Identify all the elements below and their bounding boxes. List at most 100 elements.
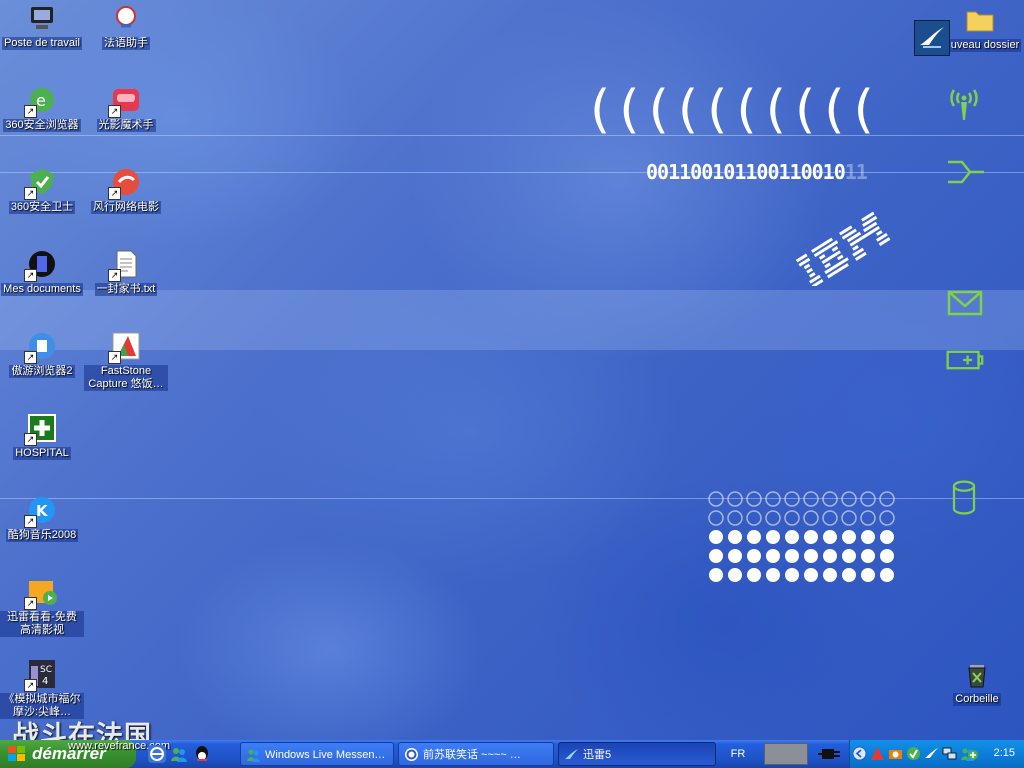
wallpaper-dot: [765, 510, 781, 526]
wallpaper-dot: [841, 491, 857, 507]
shortcut-arrow-icon: ↗: [24, 187, 37, 200]
shortcut-arrow-icon: ↗: [24, 269, 37, 282]
wallpaper-brackets: ((((((((((: [590, 80, 883, 140]
desktop-icon-funshion[interactable]: ↗ 风行网络电影: [84, 166, 168, 219]
battery-icon: [946, 350, 984, 370]
french-assistant-icon: [110, 2, 142, 34]
wallpaper-dot: [747, 549, 761, 563]
wallpaper-dot: [709, 549, 723, 563]
shortcut-arrow-icon: ↗: [24, 433, 37, 446]
taskbar[interactable]: démarrer www.revefrance.com Windows Live…: [0, 740, 1024, 768]
wallpaper-dot: [861, 568, 875, 582]
messenger-icon: [247, 749, 260, 762]
desktop-icon-label: 风行网络电影: [91, 201, 161, 214]
power-plug-icon[interactable]: [818, 746, 844, 762]
wallpaper-dot: [822, 491, 838, 507]
desktop-icon-label: 一封家书.txt: [94, 283, 158, 296]
alert-icon[interactable]: [870, 746, 885, 761]
desktop-icon-label: 光影魔术手: [96, 119, 156, 132]
messenger-icon[interactable]: [170, 745, 188, 763]
desktop-icon-photo-magic[interactable]: ↗ 光影魔术手: [84, 84, 168, 137]
wallpaper-dot: [861, 530, 875, 544]
desktop-icon-xunlei-kankan[interactable]: ↗ 迅雷看看-免费高清影视: [0, 576, 84, 642]
desktop-icon-label: 酷狗音乐2008: [5, 529, 79, 542]
wallpaper-dot: [746, 491, 762, 507]
shortcut-arrow-icon: ↗: [24, 597, 37, 610]
desktop[interactable]: (((((((((( 00110010110011001011 Poste de…: [0, 0, 1024, 740]
desktop-icon-faststone[interactable]: ↗ FastStone Capture 悠饭…: [84, 330, 168, 396]
wallpaper-dot: [823, 530, 837, 544]
desktop-icon-360-browser[interactable]: e ↗ 360安全浏览器: [0, 84, 84, 137]
wallpaper-dot: [709, 530, 723, 544]
wallpaper-dot: [879, 510, 895, 526]
xunlei-icon: [565, 749, 578, 759]
recycle-bin-icon: [961, 658, 993, 690]
desktop-icon-recycle-bin[interactable]: Corbeille: [935, 658, 1019, 711]
task-xunlei[interactable]: 迅雷5: [558, 742, 716, 766]
desktop-icon-kugou[interactable]: K ↗ 酷狗音乐2008: [0, 494, 84, 547]
wallpaper-dot: [880, 549, 894, 563]
desktop-icon-label: FastStone Capture 悠饭…: [84, 365, 168, 391]
wallpaper-dot: [823, 568, 837, 582]
my-computer-icon: [26, 2, 58, 34]
desktop-icon-label: 360安全卫士: [8, 201, 76, 214]
wallpaper-dot: [860, 510, 876, 526]
desktop-icon-label: 法语助手: [102, 37, 150, 50]
desktop-icon-my-documents[interactable]: ↗ Mes documents: [0, 248, 84, 301]
desktop-icon-label: 迅雷看看-免费高清影视: [0, 611, 84, 637]
wallpaper-dot: [842, 549, 856, 563]
wallpaper-dot: [803, 510, 819, 526]
wallpaper-dot: [728, 568, 742, 582]
task-browser[interactable]: 前苏联笑话 ~~~~ …: [398, 742, 554, 766]
clock[interactable]: 2:15: [994, 747, 1015, 759]
language-bar[interactable]: [764, 743, 808, 765]
faststone-icon: ↗: [108, 330, 142, 364]
language-indicator[interactable]: FR: [722, 744, 754, 764]
shortcut-arrow-icon: ↗: [108, 269, 121, 282]
shortcut-arrow-icon: ↗: [108, 187, 121, 200]
wallpaper-dot: [727, 491, 743, 507]
wallpaper-dot: [785, 549, 799, 563]
desktop-icon-label: Mes documents: [1, 283, 83, 296]
antenna-icon: [950, 89, 978, 120]
desktop-icon-maxthon[interactable]: ↗ 傲游浏览器2: [0, 330, 84, 383]
svg-text:SC: SC: [40, 665, 52, 675]
network-icon[interactable]: [942, 746, 957, 761]
desktop-icon-my-computer[interactable]: Poste de travail: [0, 2, 84, 55]
wallpaper-dot: [842, 568, 856, 582]
wallpaper-dot: [727, 510, 743, 526]
wallpaper-dot-grid: [708, 491, 895, 582]
xunlei-tray-icon[interactable]: [924, 746, 939, 761]
hospital-icon: ↗: [24, 412, 58, 446]
desktop-icon-new-folder[interactable]: uveau dossier: [938, 4, 1022, 57]
xunlei-float-icon[interactable]: [914, 20, 950, 56]
wallpaper-dot: [785, 530, 799, 544]
chevron-left-icon[interactable]: [852, 746, 867, 761]
desktop-icon-text-file[interactable]: ↗ 一封家书.txt: [84, 248, 168, 301]
360-shield-icon[interactable]: [906, 746, 921, 761]
shortcut-arrow-icon: ↗: [108, 105, 121, 118]
desktop-icon-hospital[interactable]: ↗ HOSPITAL: [0, 412, 84, 465]
wallpaper-dot: [785, 568, 799, 582]
shortcut-arrow-icon: ↗: [24, 351, 37, 364]
mail-icon: [947, 290, 983, 316]
wallpaper-dot: [766, 530, 780, 544]
desktop-icon-label: Poste de travail: [2, 37, 82, 50]
wallpaper-dot: [708, 510, 724, 526]
wallpaper-dot: [784, 491, 800, 507]
wallpaper-dot: [880, 530, 894, 544]
wallpaper-dot: [860, 491, 876, 507]
camera-icon[interactable]: [888, 746, 903, 761]
desktop-icon-360-security[interactable]: ↗ 360安全卫士: [0, 166, 84, 219]
wallpaper-dot: [766, 568, 780, 582]
shortcut-arrow-icon: ↗: [108, 351, 121, 364]
qq-icon[interactable]: [193, 745, 211, 763]
desktop-icon-french-assistant[interactable]: 法语助手: [84, 2, 168, 55]
maxthon-icon: ↗: [24, 330, 58, 364]
desktop-icon-label: HOSPITAL: [13, 447, 71, 460]
ie-icon[interactable]: [148, 745, 166, 763]
360-browser-icon: e ↗: [24, 84, 58, 118]
system-tray: 2:15: [849, 740, 1024, 768]
task-windows-live-messenger[interactable]: Windows Live Messen…: [240, 742, 394, 766]
desktop-icon-label: 360安全浏览器: [3, 119, 81, 132]
